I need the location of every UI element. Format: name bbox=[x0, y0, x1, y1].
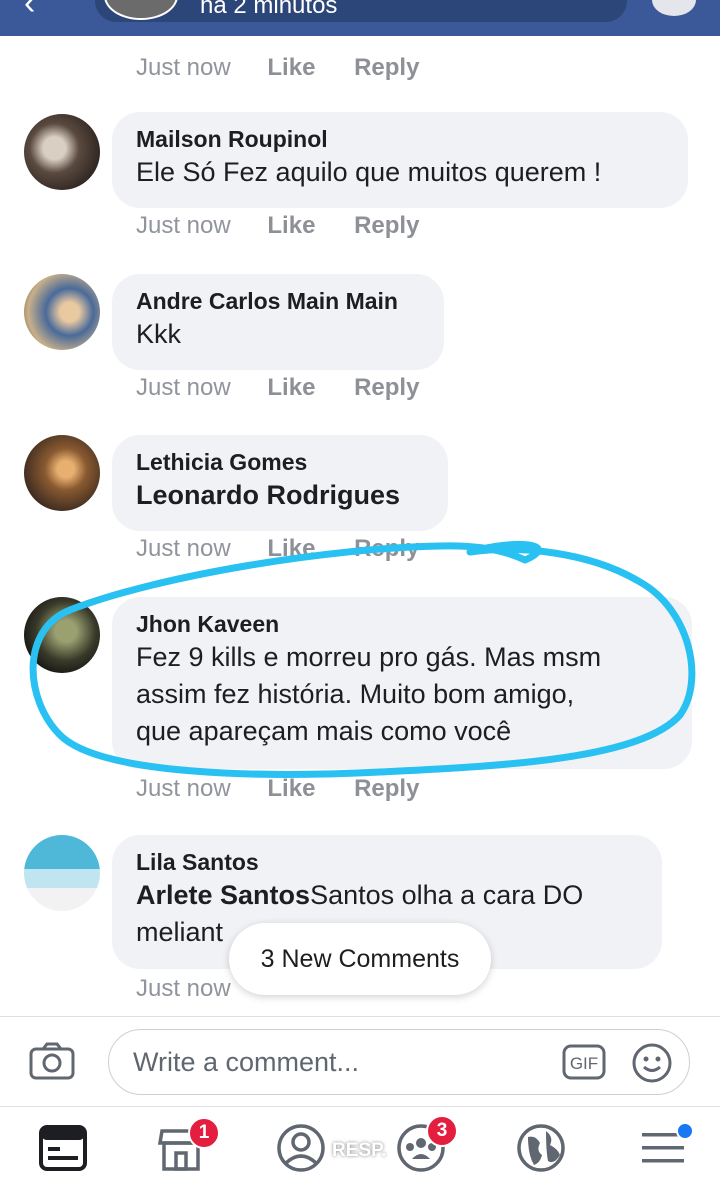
chevron-up-icon[interactable] bbox=[343, 1110, 373, 1130]
top-bar: ‹ há 2 minutos bbox=[0, 0, 720, 36]
comment-bubble[interactable]: Andre Carlos Main Main Kkk bbox=[112, 274, 444, 370]
comment-time: Just now bbox=[136, 54, 231, 81]
like-link[interactable]: Like bbox=[267, 212, 315, 239]
comment-text-line: assim fez história. Muito bom amigo, bbox=[136, 679, 575, 709]
comment-author[interactable]: Mailson Roupinol bbox=[136, 124, 664, 154]
avatar[interactable] bbox=[24, 835, 100, 911]
reply-link[interactable]: Reply bbox=[354, 54, 419, 81]
avatar[interactable] bbox=[24, 274, 100, 350]
reply-link[interactable]: Reply bbox=[354, 535, 419, 562]
profile-icon[interactable] bbox=[274, 1121, 328, 1175]
comment-author[interactable]: Lila Santos bbox=[136, 847, 638, 877]
post-time: há 2 minutos bbox=[200, 0, 338, 19]
comment-text-line: que apareçam mais como você bbox=[136, 716, 512, 746]
comment-time: Just now bbox=[136, 975, 231, 1002]
comment-text: Kkk bbox=[136, 319, 182, 349]
comment-meta: Just now Like Reply bbox=[136, 775, 451, 803]
like-link[interactable]: Like bbox=[267, 775, 315, 802]
gif-label: GIF bbox=[570, 1054, 598, 1073]
comment-bubble[interactable]: Mailson Roupinol Ele Só Fez aquilo que m… bbox=[112, 112, 688, 208]
globe-icon[interactable] bbox=[514, 1121, 568, 1175]
comment-author[interactable]: Andre Carlos Main Main bbox=[136, 286, 420, 316]
comment-meta: Just now Like Reply bbox=[136, 535, 451, 563]
comment-author[interactable]: Jhon Kaveen bbox=[136, 609, 668, 639]
comment-time: Just now bbox=[136, 374, 231, 401]
comment-text-line: Fez 9 kills e morreu pro gás. Mas msm bbox=[136, 642, 602, 672]
comment-time: Just now bbox=[136, 212, 231, 239]
comment-author[interactable]: Lethicia Gomes bbox=[136, 447, 424, 477]
reply-link[interactable]: Reply bbox=[354, 212, 419, 239]
menu-notification-dot bbox=[676, 1122, 694, 1140]
comment-placeholder: Write a comment... bbox=[133, 1047, 360, 1077]
reply-link[interactable]: Reply bbox=[354, 374, 419, 401]
avatar[interactable] bbox=[24, 435, 100, 511]
avatar[interactable] bbox=[24, 114, 100, 190]
mention-link[interactable]: Leonardo Rodrigues bbox=[136, 480, 400, 510]
marketplace-badge: 1 bbox=[188, 1117, 220, 1149]
comment-text-part: Santos olha a cara DO bbox=[310, 880, 584, 910]
back-arrow-icon[interactable]: ‹ bbox=[24, 0, 46, 20]
like-link[interactable]: Like bbox=[267, 54, 315, 81]
reply-link[interactable]: Reply bbox=[354, 775, 419, 802]
resp-label: RESP. bbox=[332, 1140, 387, 1161]
avatar[interactable] bbox=[24, 597, 100, 673]
comment-composer: Write a comment... GIF bbox=[0, 1016, 720, 1107]
comment-time: Just now bbox=[136, 775, 231, 802]
comment-time: Just now bbox=[136, 535, 231, 562]
gif-icon[interactable]: GIF bbox=[562, 1044, 606, 1080]
new-comments-button[interactable]: 3 New Comments bbox=[229, 923, 491, 995]
emoji-icon[interactable] bbox=[631, 1042, 673, 1084]
groups-badge: 3 bbox=[426, 1115, 458, 1147]
like-link[interactable]: Like bbox=[267, 535, 315, 562]
camera-icon[interactable] bbox=[28, 1041, 76, 1081]
comment-text: Leonardo Rodrigues bbox=[136, 477, 424, 514]
mention-link[interactable]: Arlete Santos bbox=[136, 880, 310, 910]
comment-text: Ele Só Fez aquilo que muitos querem ! bbox=[136, 157, 602, 187]
comment-input[interactable]: Write a comment... GIF bbox=[108, 1029, 690, 1095]
comment-bubble[interactable]: Lethicia Gomes Leonardo Rodrigues bbox=[112, 435, 448, 531]
comment-meta: Just now Like Reply bbox=[136, 54, 451, 82]
news-feed-icon[interactable] bbox=[36, 1121, 90, 1175]
comment-bubble[interactable]: Jhon Kaveen Fez 9 kills e morreu pro gás… bbox=[112, 597, 692, 769]
messenger-icon[interactable] bbox=[652, 0, 696, 16]
like-link[interactable]: Like bbox=[267, 374, 315, 401]
comments-feed[interactable]: Just now Like Reply Mailson Roupinol Ele… bbox=[0, 36, 720, 1016]
comment-meta: Just now Like Reply bbox=[136, 212, 451, 240]
comment-text: Arlete SantosSantos olha a cara DO bbox=[136, 877, 638, 914]
comment-meta: Just now Like Reply bbox=[136, 374, 451, 402]
